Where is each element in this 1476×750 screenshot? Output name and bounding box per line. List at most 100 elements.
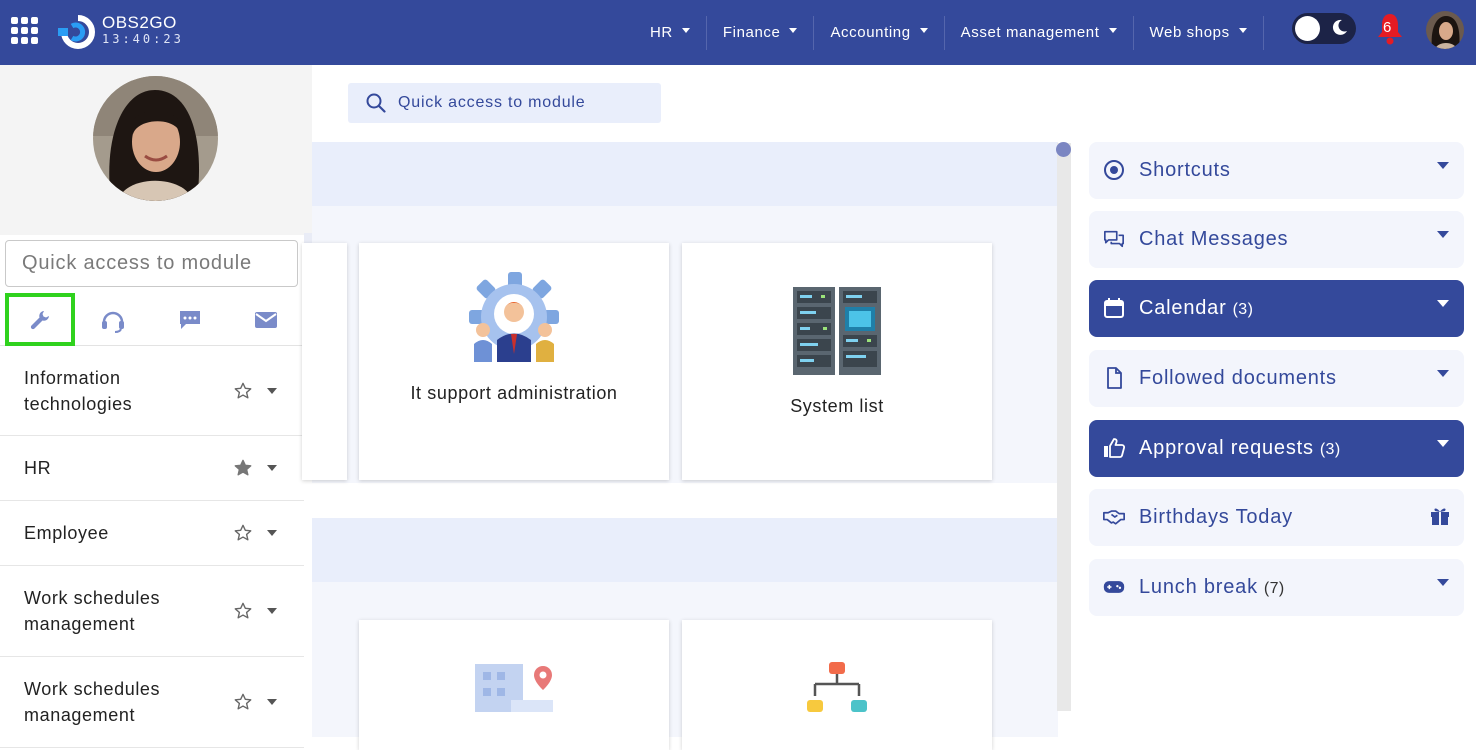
menu-item-label: Employee (24, 523, 109, 543)
thumbs-up-icon (1104, 438, 1125, 458)
handshake-icon (1103, 510, 1125, 525)
chevron-down-icon[interactable] (267, 530, 277, 536)
panel-count: (7) (1263, 580, 1285, 597)
menu-item-label: Work schedules management (24, 588, 161, 634)
chevron-down-icon (919, 28, 928, 33)
module-card-organization[interactable] (682, 620, 992, 750)
profile-area (0, 65, 312, 235)
panel-shortcuts[interactable]: Shortcuts (1089, 142, 1464, 199)
wrench-icon (30, 310, 49, 329)
chevron-down-icon (789, 28, 798, 33)
panel-birthdays-today[interactable]: Birthdays Today (1089, 489, 1464, 546)
chevron-down-icon (1437, 162, 1449, 169)
nav-finance[interactable]: Finance (707, 15, 815, 50)
section-header-2 (312, 518, 1058, 582)
profile-avatar[interactable] (93, 76, 218, 201)
chevron-down-icon (681, 28, 690, 33)
panel-approval-requests[interactable]: Approval requests (3) (1089, 420, 1464, 477)
moon-icon (1332, 19, 1347, 35)
envelope-icon (255, 311, 277, 328)
gift-icon (1431, 508, 1449, 525)
main-content: Quick access to module It support admini… (302, 65, 1058, 750)
tab-chat[interactable] (155, 293, 225, 346)
nav-accounting[interactable]: Accounting (814, 15, 945, 50)
star-outline-icon[interactable] (234, 602, 252, 620)
chevron-down-icon[interactable] (267, 699, 277, 705)
search-icon (366, 93, 386, 113)
app-grid-icon[interactable] (11, 17, 38, 44)
brand-logo-icon[interactable] (56, 14, 96, 50)
headset-icon (102, 311, 124, 333)
chat-icon (1104, 230, 1124, 248)
dark-mode-toggle[interactable] (1292, 13, 1356, 44)
chevron-down-icon (1437, 579, 1449, 586)
main-scrollbar-track[interactable] (1057, 143, 1071, 711)
sidebar-search-input[interactable] (5, 240, 298, 287)
chevron-down-icon[interactable] (267, 387, 277, 394)
panel-label: Chat Messages (1139, 228, 1289, 250)
panel-label: Approval requests (3) (1139, 437, 1341, 459)
chevron-down-icon[interactable] (267, 608, 277, 614)
card-label: System list (790, 396, 884, 416)
tab-support[interactable] (78, 293, 148, 346)
target-icon (1104, 160, 1124, 180)
module-card-it-support[interactable]: It support administration (359, 243, 669, 480)
panel-label: Shortcuts (1139, 159, 1231, 181)
panel-lunch-break[interactable]: Lunch break (7) (1089, 559, 1464, 616)
chevron-down-icon (1437, 300, 1449, 307)
chevron-down-icon[interactable] (267, 465, 277, 471)
chevron-down-icon (1437, 231, 1449, 238)
document-icon (1107, 367, 1122, 389)
nav-hr[interactable]: HR (634, 15, 707, 50)
top-bar: OBS2GO 13:40:23 HR Finance Accounting As… (0, 0, 1476, 65)
notification-count: 6 (1383, 19, 1392, 36)
menu-item-information-technologies[interactable]: Information technologies (0, 346, 304, 436)
star-outline-icon[interactable] (234, 382, 252, 400)
panel-label: Followed documents (1139, 367, 1337, 389)
nav-web-shops[interactable]: Web shops (1134, 15, 1264, 50)
menu-item-employee[interactable]: Employee (0, 501, 304, 566)
menu-item-hr[interactable]: HR (0, 436, 304, 501)
chevron-down-icon (1108, 28, 1117, 33)
module-card-partial[interactable] (302, 243, 347, 480)
server-rack-icon (793, 287, 881, 375)
gamepad-icon (1103, 581, 1125, 593)
nav-asset-management[interactable]: Asset management (945, 15, 1134, 50)
panel-label: Birthdays Today (1139, 506, 1293, 528)
module-card-system-list[interactable]: System list (682, 243, 992, 480)
main-scrollbar-thumb[interactable] (1056, 142, 1071, 157)
tab-mail[interactable] (231, 293, 301, 346)
panel-calendar[interactable]: Calendar (3) (1089, 280, 1464, 337)
main-search-box[interactable]: Quick access to module (348, 83, 661, 123)
panel-count: (3) (1232, 301, 1254, 318)
panel-label: Lunch break (7) (1139, 576, 1285, 598)
card-label: It support administration (410, 383, 618, 403)
chevron-down-icon (1238, 28, 1247, 33)
module-card-buildings[interactable] (359, 620, 669, 750)
toggle-knob (1295, 16, 1320, 41)
top-nav: HR Finance Accounting Asset management W… (634, 0, 1264, 65)
star-filled-icon[interactable] (234, 459, 252, 477)
panel-count: (3) (1319, 441, 1341, 458)
chevron-down-icon (1437, 440, 1449, 447)
star-outline-icon[interactable] (234, 524, 252, 542)
panel-chat-messages[interactable]: Chat Messages (1089, 211, 1464, 268)
star-outline-icon[interactable] (234, 693, 252, 711)
menu-item-label: Work schedules management (24, 679, 161, 725)
main-search-placeholder: Quick access to module (398, 94, 586, 111)
org-chart-icon (807, 662, 867, 712)
tab-modules[interactable] (5, 293, 75, 346)
menu-item-work-schedules-management-2[interactable]: Work schedules management (0, 657, 304, 748)
user-avatar[interactable] (1426, 11, 1464, 49)
sidebar: Information technologies HR Employee Wor… (0, 65, 312, 748)
panel-followed-documents[interactable]: Followed documents (1089, 350, 1464, 407)
menu-item-label: HR (24, 458, 52, 478)
clock: 13:40:23 (102, 32, 184, 46)
section-header-1 (312, 142, 1058, 206)
chevron-down-icon (1437, 370, 1449, 377)
panel-label: Calendar (3) (1139, 297, 1254, 319)
brand-name: OBS2GO (102, 13, 177, 32)
chat-bubble-icon (180, 310, 200, 329)
building-location-icon (475, 664, 553, 712)
menu-item-work-schedules-management[interactable]: Work schedules management (0, 566, 304, 657)
